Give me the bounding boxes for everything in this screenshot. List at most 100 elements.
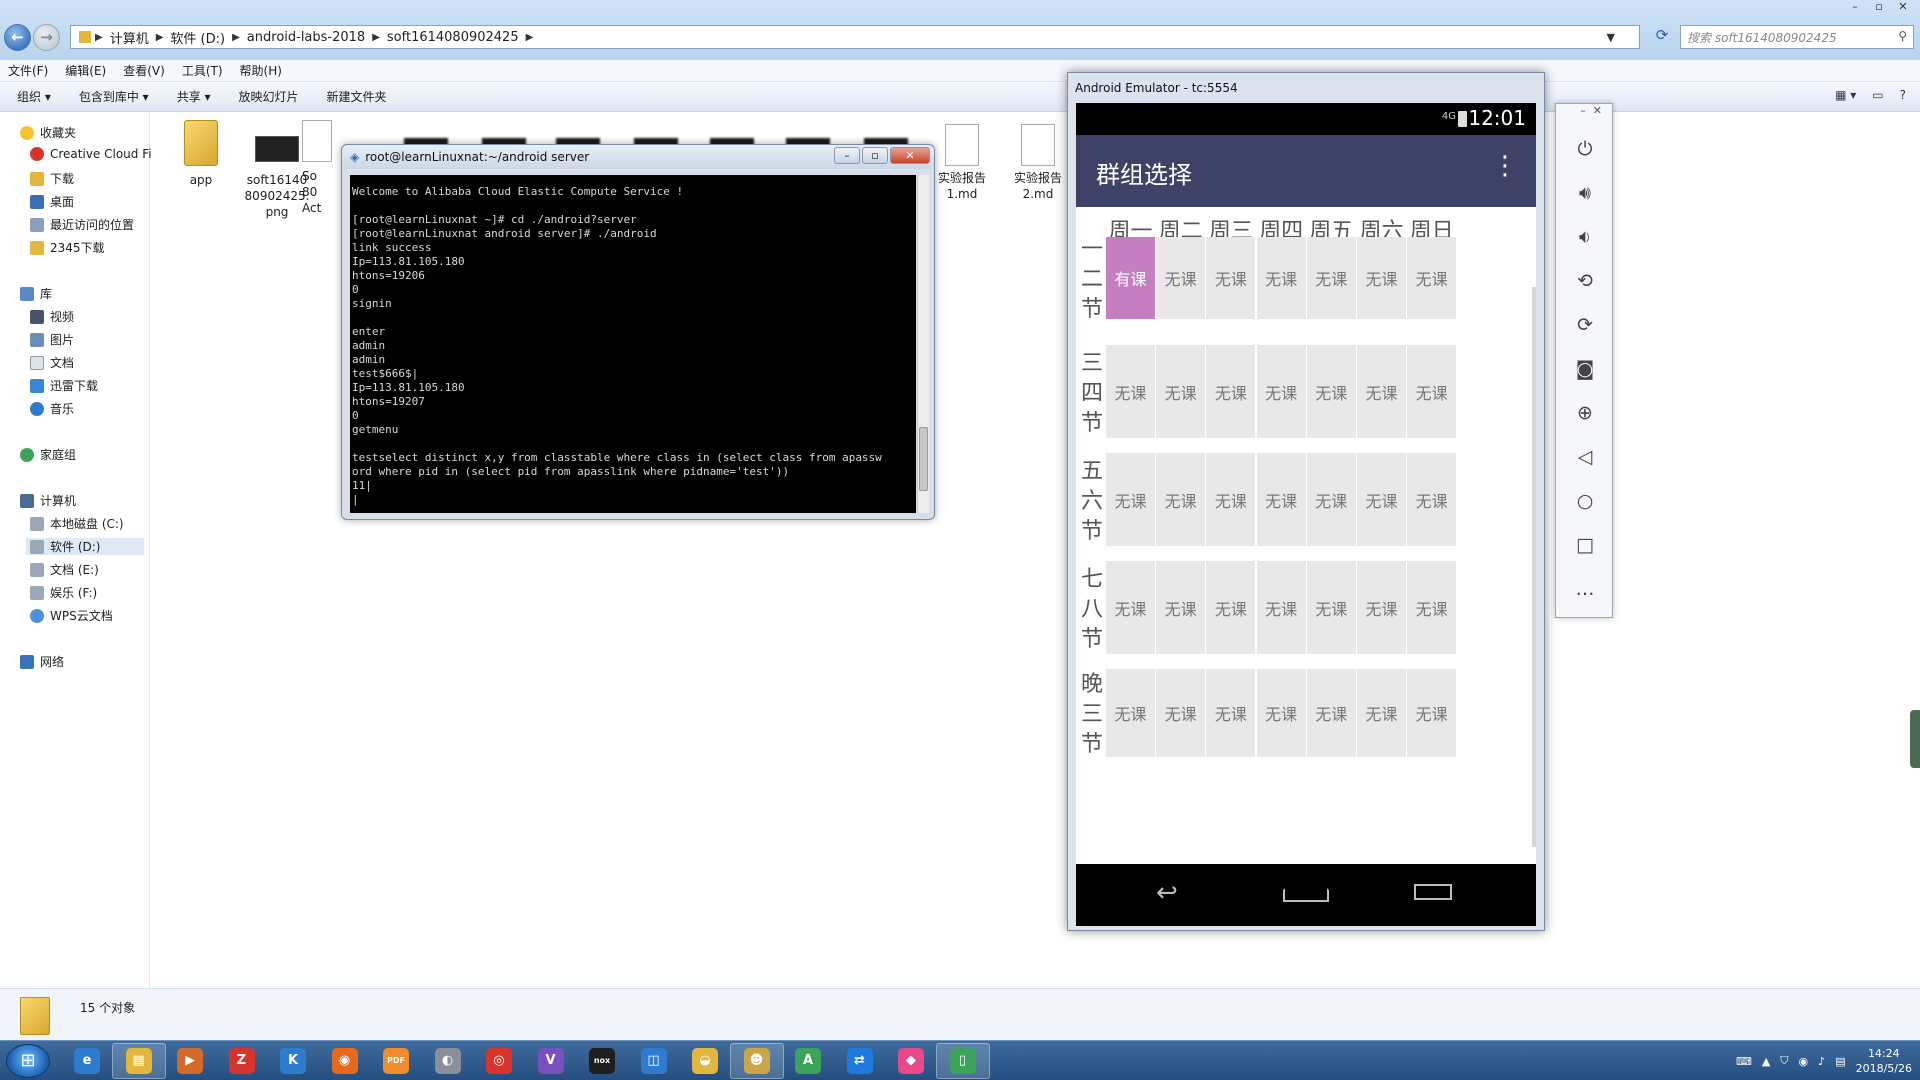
- emulator-taskbar-button[interactable]: ▯: [935, 1043, 990, 1079]
- file-item-report2[interactable]: 实验报告 2.md: [1003, 124, 1073, 202]
- schedule-cell[interactable]: 无课: [1407, 345, 1457, 438]
- tool-taskbar-button[interactable]: ◆: [884, 1043, 938, 1079]
- schedule-cell[interactable]: 无课: [1256, 561, 1306, 654]
- file-item-app[interactable]: app: [166, 120, 236, 188]
- teamviewer-taskbar-button[interactable]: ⇄: [833, 1043, 887, 1079]
- breadcrumb-project[interactable]: android-labs-2018: [240, 30, 372, 45]
- slideshow-button[interactable]: 放映幻灯片: [239, 88, 299, 105]
- camera-icon[interactable]: ◙: [1556, 358, 1614, 380]
- media-taskbar-button[interactable]: ▶: [163, 1043, 217, 1079]
- schedule-cell[interactable]: 无课: [1156, 345, 1206, 438]
- schedule-cell[interactable]: 无课: [1206, 561, 1256, 654]
- refresh-icon[interactable]: ⟳: [1650, 26, 1674, 48]
- schedule-cell[interactable]: 无课: [1357, 561, 1406, 654]
- breadcrumb-drive[interactable]: 软件 (D:): [163, 28, 232, 47]
- menu-view[interactable]: 查看(V): [123, 62, 165, 79]
- screen-taskbar-button[interactable]: ◫: [627, 1043, 681, 1079]
- schedule-cell[interactable]: 无课: [1106, 669, 1155, 757]
- nav-item-videos[interactable]: 视频: [30, 308, 74, 325]
- schedule-cell[interactable]: 无课: [1206, 345, 1256, 438]
- nav-recents-icon[interactable]: [1414, 884, 1452, 900]
- nav-item-2345[interactable]: 2345下载: [30, 239, 105, 256]
- vs-taskbar-button[interactable]: V: [524, 1043, 578, 1079]
- keyboard-icon[interactable]: ⌨: [1736, 1055, 1752, 1068]
- nav-back-icon[interactable]: ↩: [1156, 878, 1178, 908]
- clock[interactable]: 14:24 2018/5/26: [1856, 1046, 1912, 1076]
- pdf2-taskbar-button[interactable]: PDF: [369, 1043, 423, 1079]
- nav-item-wps[interactable]: WPS云文档: [30, 607, 113, 624]
- file-item-report1[interactable]: 实验报告 1.md: [927, 124, 997, 202]
- schedule-cell[interactable]: 无课: [1306, 453, 1356, 546]
- schedule-cell[interactable]: 无课: [1357, 345, 1406, 438]
- help-icon[interactable]: ?: [1900, 88, 1906, 102]
- schedule-cell[interactable]: 有课: [1106, 237, 1155, 319]
- zoom-icon[interactable]: ⊕: [1556, 402, 1614, 424]
- volume-icon[interactable]: ♪: [1818, 1055, 1825, 1068]
- close-button[interactable]: ✕: [1892, 0, 1914, 16]
- emulator-title[interactable]: Android Emulator - tc:5554: [1068, 73, 1544, 101]
- new-folder-button[interactable]: 新建文件夹: [327, 88, 387, 105]
- nav-item-drive-f[interactable]: 娱乐 (F:): [30, 584, 97, 601]
- schedule-cell[interactable]: 无课: [1407, 453, 1457, 546]
- schedule-cell[interactable]: 无课: [1407, 669, 1457, 757]
- menu-tools[interactable]: 工具(T): [182, 62, 223, 79]
- nox-taskbar-button[interactable]: nox: [575, 1043, 629, 1079]
- nav-item-drive-d[interactable]: 软件 (D:): [26, 538, 144, 555]
- edge-handle[interactable]: [1910, 710, 1920, 768]
- search-input[interactable]: 搜索 soft1614080902425 ⚲: [1680, 25, 1914, 49]
- volume-down-icon[interactable]: 🔉︎: [1556, 226, 1614, 248]
- nav-item-desktop[interactable]: 桌面: [30, 193, 74, 210]
- schedule-cell[interactable]: 无课: [1156, 453, 1206, 546]
- schedule-cell[interactable]: 无课: [1156, 237, 1206, 319]
- nav-homegroup[interactable]: 家庭组: [20, 446, 76, 463]
- firefox-taskbar-button[interactable]: ◉: [318, 1043, 372, 1079]
- organize-button[interactable]: 组织 ▾: [17, 88, 51, 105]
- file-item-partial[interactable]: So 80 Act: [302, 120, 342, 216]
- bird-taskbar-button[interactable]: ◒: [678, 1043, 732, 1079]
- device-screen[interactable]: 4G 12:01 群组选择 ⋮ 周一 周二 周三 周四 周五 周六 周日一 二 节有课 无课无…: [1076, 103, 1536, 926]
- nav-item-downloads[interactable]: 下载: [30, 170, 74, 187]
- nav-network[interactable]: 网络: [20, 653, 64, 670]
- nav-home-icon[interactable]: [1283, 882, 1329, 902]
- schedule-cell[interactable]: 无课: [1106, 561, 1155, 654]
- minimize-button[interactable]: –: [1844, 0, 1866, 16]
- pdf-taskbar-button[interactable]: Z: [215, 1043, 269, 1079]
- maximize-button[interactable]: ▫: [1868, 0, 1890, 16]
- network-icon[interactable]: ▤: [1835, 1055, 1845, 1068]
- breadcrumb-folder[interactable]: soft1614080902425: [380, 30, 526, 45]
- schedule-cell[interactable]: 无课: [1407, 237, 1457, 319]
- nav-item-documents[interactable]: 文档: [30, 354, 74, 371]
- close-button[interactable]: ✕: [890, 147, 930, 164]
- nav-computer[interactable]: 计算机: [20, 492, 76, 509]
- start-button[interactable]: ⊞: [6, 1044, 50, 1078]
- schedule-cell[interactable]: 无课: [1106, 345, 1155, 438]
- explorer-taskbar-button[interactable]: ▦: [111, 1043, 166, 1079]
- nav-item-thunder[interactable]: 迅雷下载: [30, 377, 98, 394]
- schedule-cell[interactable]: 无课: [1106, 453, 1155, 546]
- more-icon[interactable]: …: [1556, 578, 1614, 600]
- schedule-cell[interactable]: 无课: [1357, 453, 1406, 546]
- home-icon[interactable]: ○: [1556, 490, 1614, 512]
- game-taskbar-button[interactable]: ☻: [729, 1043, 784, 1079]
- tray-expand-icon[interactable]: ▲: [1762, 1055, 1770, 1068]
- forward-button[interactable]: →: [33, 24, 60, 51]
- address-bar[interactable]: ▶ 计算机 ▶ 软件 (D:) ▶ android-labs-2018 ▶ so…: [70, 25, 1640, 49]
- schedule-cell[interactable]: 无课: [1156, 669, 1206, 757]
- schedule-cell[interactable]: 无课: [1357, 237, 1406, 319]
- schedule-cell[interactable]: 无课: [1357, 669, 1406, 757]
- nav-item-pictures[interactable]: 图片: [30, 331, 74, 348]
- schedule-cell[interactable]: 无课: [1256, 453, 1306, 546]
- schedule-cell[interactable]: 无课: [1206, 669, 1256, 757]
- share-button[interactable]: 共享 ▾: [177, 88, 211, 105]
- view-mode-icon[interactable]: ▦ ▾: [1835, 88, 1856, 102]
- k-taskbar-button[interactable]: K: [266, 1043, 320, 1079]
- netease-music-taskbar-button[interactable]: ◎: [472, 1043, 526, 1079]
- back-button[interactable]: ←: [4, 24, 31, 51]
- grid-scrollbar[interactable]: [1532, 287, 1536, 847]
- security-icon[interactable]: ⛉: [1780, 1054, 1788, 1068]
- schedule-cell[interactable]: 无课: [1306, 237, 1356, 319]
- breadcrumb-computer[interactable]: 计算机: [103, 28, 156, 47]
- schedule-cell[interactable]: 无课: [1306, 561, 1356, 654]
- overflow-menu-icon[interactable]: ⋮: [1492, 153, 1518, 179]
- schedule-cell[interactable]: 无课: [1256, 237, 1306, 319]
